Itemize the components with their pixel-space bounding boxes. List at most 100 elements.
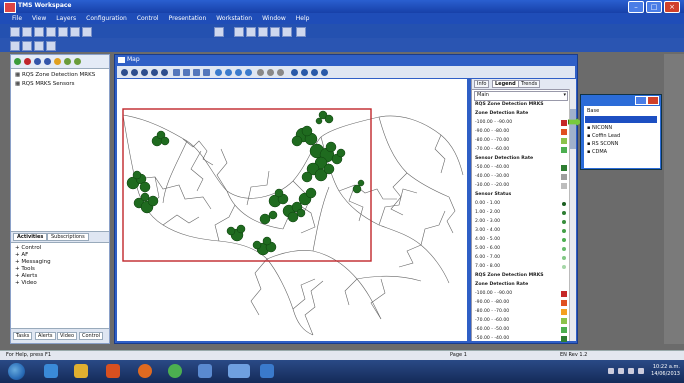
popup-item-selected[interactable] [585, 116, 657, 123]
cut-icon[interactable] [46, 27, 56, 37]
refresh-icon[interactable] [34, 41, 44, 51]
ruler-icon[interactable] [193, 69, 200, 76]
globe-icon[interactable] [296, 27, 306, 37]
menu-window[interactable]: Window [262, 13, 286, 24]
grid-icon[interactable] [183, 69, 190, 76]
home-icon[interactable] [311, 69, 318, 76]
tab-trends[interactable]: Trends [518, 80, 541, 88]
tab-subscriptions[interactable]: Subscriptions [47, 233, 89, 241]
layer-item[interactable]: ▦ RQS MRKS Sensors [15, 81, 74, 87]
close-button[interactable]: × [664, 1, 680, 13]
tab-control[interactable]: Control [79, 332, 104, 340]
popup-item[interactable]: ▪ RS SCONN [587, 141, 618, 147]
paste-icon[interactable] [70, 27, 80, 37]
help-icon[interactable] [46, 41, 56, 51]
popup-item[interactable]: ▪ CDMA [587, 149, 607, 155]
ie-icon[interactable] [44, 364, 58, 378]
tray-icon[interactable] [618, 368, 624, 374]
filter-icon[interactable] [22, 41, 32, 51]
popup-item[interactable]: ▪ Coffin Lead [587, 133, 620, 139]
zoom-extent-icon[interactable] [225, 69, 232, 76]
camera-icon[interactable] [234, 27, 244, 37]
tree-item[interactable]: + Video [15, 280, 37, 286]
record-icon[interactable] [258, 27, 268, 37]
print-map-icon[interactable] [257, 69, 264, 76]
export-icon[interactable] [267, 69, 274, 76]
pan-icon[interactable] [121, 69, 128, 76]
tab-video[interactable]: Video [57, 332, 78, 340]
tree-item[interactable]: + Alerts [15, 273, 37, 279]
layers-icon[interactable] [173, 69, 180, 76]
menu-help[interactable]: Help [296, 13, 310, 24]
visible-icon[interactable] [64, 58, 71, 65]
menu-file[interactable]: File [12, 13, 22, 24]
forward-icon[interactable] [301, 69, 308, 76]
layer-icon[interactable] [10, 41, 20, 51]
select-icon[interactable] [151, 69, 158, 76]
layer-item[interactable]: ▦ RQS Zone Detection MRKS [15, 72, 95, 78]
popup-item[interactable]: ▪ NICONN [587, 125, 612, 131]
chrome-icon[interactable] [168, 364, 182, 378]
menu-layers[interactable]: Layers [56, 13, 76, 24]
tab-tasks[interactable]: Tasks [13, 332, 33, 340]
move-up-icon[interactable] [34, 58, 41, 65]
save-icon[interactable] [34, 27, 44, 37]
menu-configuration[interactable]: Configuration [86, 13, 127, 24]
legend-scrollbar[interactable] [569, 89, 576, 341]
tree-item[interactable]: + Control [15, 245, 41, 251]
label-icon[interactable] [203, 69, 210, 76]
tab-legend[interactable]: Legend [492, 80, 519, 88]
properties-icon[interactable] [54, 58, 61, 65]
tab-activities[interactable]: Activities [13, 233, 48, 241]
popup-item[interactable]: Base [587, 108, 599, 114]
zoom-in-icon[interactable] [131, 69, 138, 76]
monitor-icon[interactable] [246, 27, 256, 37]
tree-item[interactable]: + Messaging [15, 259, 51, 265]
firefox-icon[interactable] [138, 364, 152, 378]
add-layer-icon[interactable] [14, 58, 21, 65]
start-button[interactable] [8, 363, 25, 380]
identify-icon[interactable] [245, 69, 252, 76]
new-icon[interactable] [10, 27, 20, 37]
menu-workstation[interactable]: Workstation [216, 13, 252, 24]
popup-close-button[interactable] [647, 96, 659, 105]
settings-icon[interactable] [270, 27, 280, 37]
info-icon[interactable] [282, 27, 292, 37]
menu-view[interactable]: View [32, 13, 46, 24]
bookmark-icon[interactable] [277, 69, 284, 76]
tray-icon[interactable] [608, 368, 614, 374]
tray-icon[interactable] [628, 368, 634, 374]
open-icon[interactable] [22, 27, 32, 37]
refresh-layer-icon[interactable] [74, 58, 81, 65]
clock[interactable]: 10:22 a.m. 14/06/2013 [651, 364, 680, 378]
refresh-map-icon[interactable] [321, 69, 328, 76]
legend-layer-select[interactable]: Main ▾ [474, 91, 568, 101]
app-window-icon[interactable] [198, 364, 212, 378]
map-canvas[interactable] [117, 79, 467, 341]
network-icon[interactable] [260, 364, 274, 378]
volume-icon[interactable] [638, 368, 644, 374]
media-icon[interactable] [106, 364, 120, 378]
print-icon[interactable] [82, 27, 92, 37]
folder-icon[interactable] [74, 364, 88, 378]
tree-item[interactable]: + AF [15, 252, 28, 258]
back-icon[interactable] [291, 69, 298, 76]
menu-control[interactable]: Control [137, 13, 159, 24]
remove-layer-icon[interactable] [24, 58, 31, 65]
zoom-out-icon[interactable] [141, 69, 148, 76]
tab-info[interactable]: Info [474, 80, 490, 88]
popup-minimize-button[interactable] [635, 96, 647, 105]
minimize-button[interactable]: – [628, 1, 644, 13]
legend-dot [562, 256, 566, 260]
search-icon[interactable] [215, 69, 222, 76]
zoom-box-icon[interactable] [235, 69, 242, 76]
menu-presentation[interactable]: Presentation [169, 13, 207, 24]
tab-alerts[interactable]: Alerts [35, 332, 56, 340]
copy-icon[interactable] [58, 27, 68, 37]
tree-item[interactable]: + Tools [15, 266, 35, 272]
measure-icon[interactable] [161, 69, 168, 76]
maximize-button[interactable]: □ [646, 1, 662, 13]
pointer-icon[interactable] [214, 27, 224, 37]
move-down-icon[interactable] [44, 58, 51, 65]
tms-app-icon[interactable] [228, 364, 250, 378]
